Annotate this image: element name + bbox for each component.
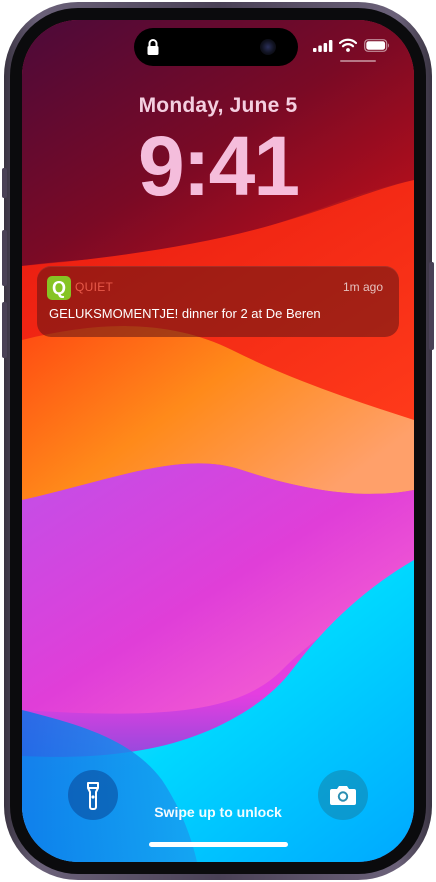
dynamic-island [134,28,298,66]
lock-time: 9:41 [137,119,300,213]
notification-body: GELUKSMOMENTJE! dinner for 2 at De Beren [49,306,321,321]
home-indicator[interactable] [149,842,288,847]
notification-app-name: QUIET [75,280,114,294]
power-button [429,262,434,350]
swipe-to-unlock-hint: Swipe up to unlock [154,804,282,820]
volume-down-button [2,302,7,358]
front-camera [260,39,276,55]
notification-card[interactable]: Q QUIET 1m ago GELUKSMOMENTJE! dinner fo… [37,266,399,337]
status-indicator-line [340,60,376,62]
volume-up-button [2,230,7,286]
notification-time: 1m ago [342,280,383,294]
signal-icon [313,40,333,52]
battery-icon [364,39,389,52]
action-button [2,168,7,198]
lock-icon [147,39,159,55]
lock-screen[interactable]: Monday, June 5 9:41 Q QUIET 1m ago GELUK… [22,20,414,862]
status-bar [22,20,414,70]
lock-date: Monday, June 5 [138,94,298,117]
wifi-icon [339,38,357,52]
quiet-app-icon: Q [47,276,71,300]
